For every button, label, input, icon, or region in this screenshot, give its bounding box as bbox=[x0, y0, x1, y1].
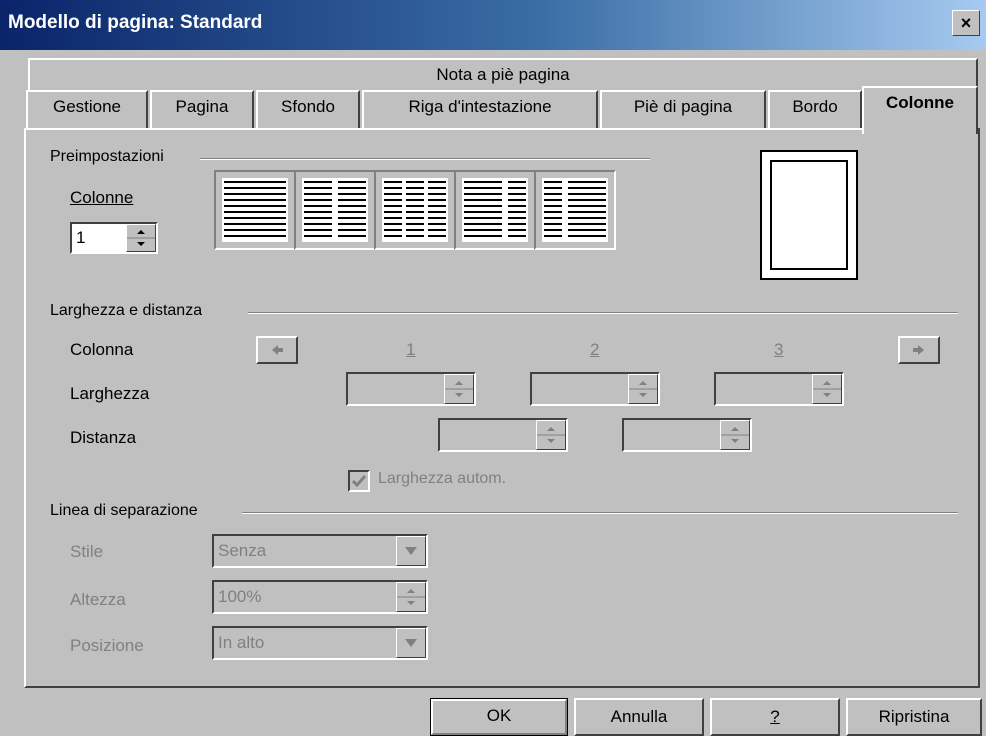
tab-colonne[interactable]: Colonne bbox=[862, 86, 978, 134]
left-wide-columns-icon bbox=[462, 178, 528, 242]
preset-left-wide[interactable] bbox=[454, 170, 536, 250]
spin-up-down-icon bbox=[813, 381, 841, 397]
height-input[interactable]: 100% bbox=[212, 580, 428, 614]
column-label: Colonna bbox=[70, 340, 134, 359]
height-value: 100% bbox=[218, 587, 262, 606]
checkmark-icon bbox=[351, 475, 367, 488]
column-number-text: 1 bbox=[406, 340, 416, 359]
style-dropdown-button[interactable] bbox=[396, 536, 426, 566]
height-label: Altezza bbox=[70, 590, 126, 609]
spin-up-down-icon bbox=[629, 381, 657, 397]
window-title: Modello di pagina: Standard bbox=[8, 12, 263, 33]
preset-right-wide[interactable] bbox=[534, 170, 616, 250]
width-spinner-3[interactable] bbox=[812, 374, 842, 404]
preset-two-columns[interactable] bbox=[294, 170, 376, 250]
next-column-button[interactable] bbox=[898, 336, 940, 364]
width-spinner-1[interactable] bbox=[444, 374, 474, 404]
page-preview bbox=[760, 150, 858, 280]
columns-label: Colonne bbox=[70, 188, 133, 208]
column-number-3: 3 bbox=[774, 340, 783, 360]
right-wide-columns-icon bbox=[542, 178, 608, 242]
spacing-spinner-1[interactable] bbox=[536, 420, 566, 450]
position-value: In alto bbox=[218, 633, 265, 652]
tab-pagina[interactable]: Pagina bbox=[150, 90, 254, 130]
height-spinner[interactable] bbox=[396, 582, 426, 612]
ok-button[interactable]: OK bbox=[430, 698, 568, 736]
style-dropdown[interactable]: Senza bbox=[212, 534, 428, 568]
help-button[interactable]: ? bbox=[710, 698, 840, 736]
tab-label: Gestione bbox=[52, 97, 122, 116]
one-column-icon bbox=[222, 178, 288, 242]
tab-label: Pagina bbox=[175, 97, 229, 116]
group-divider bbox=[242, 512, 958, 514]
tab-sfondo[interactable]: Sfondo bbox=[256, 90, 360, 130]
position-dropdown[interactable]: In alto bbox=[212, 626, 428, 660]
spacing-input-2[interactable] bbox=[622, 418, 752, 452]
cancel-button[interactable]: Annulla bbox=[574, 698, 704, 736]
width-input-3[interactable] bbox=[714, 372, 844, 406]
spin-up-down-icon bbox=[127, 230, 155, 246]
position-label: Posizione bbox=[70, 636, 144, 655]
arrow-left-icon bbox=[272, 345, 283, 355]
tab-label: Piè di pagina bbox=[633, 97, 733, 116]
columns-label-text: Colonne bbox=[70, 188, 134, 207]
group-label-separator: Linea di separazione bbox=[50, 502, 198, 519]
width-input-1[interactable] bbox=[346, 372, 476, 406]
column-number-2: 2 bbox=[590, 340, 599, 360]
tab-gestione[interactable]: Gestione bbox=[26, 90, 148, 130]
column-number-text: 2 bbox=[590, 340, 600, 359]
preset-one-column[interactable] bbox=[214, 170, 296, 250]
reset-label: Ripristina bbox=[878, 707, 950, 726]
arrow-right-icon bbox=[913, 345, 924, 355]
group-divider bbox=[248, 312, 958, 314]
spacing-label: Distanza bbox=[70, 428, 137, 447]
width-label: Larghezza bbox=[70, 384, 150, 403]
three-columns-icon bbox=[382, 178, 448, 242]
style-label: Stile bbox=[70, 542, 104, 561]
tab-label: Riga d'intestazione bbox=[408, 97, 552, 116]
help-label: ? bbox=[770, 707, 780, 726]
position-dropdown-button[interactable] bbox=[396, 628, 426, 658]
spin-up-down-icon bbox=[537, 427, 565, 443]
column-number-text: 3 bbox=[774, 340, 784, 359]
group-divider bbox=[200, 158, 650, 160]
ok-button-bevel bbox=[431, 699, 567, 735]
tab-label: Colonne bbox=[886, 93, 954, 112]
tab-nota-a-pie-pagina[interactable]: Nota a piè pagina bbox=[28, 58, 978, 90]
style-value: Senza bbox=[218, 541, 267, 560]
reset-button[interactable]: Ripristina bbox=[846, 698, 982, 736]
auto-width-checkbox[interactable] bbox=[348, 470, 370, 492]
cancel-label: Annulla bbox=[610, 707, 668, 726]
auto-width-label: Larghezza autom. bbox=[378, 470, 507, 487]
tab-riga-intestazione[interactable]: Riga d'intestazione bbox=[362, 90, 598, 130]
spin-up-down-icon bbox=[445, 381, 473, 397]
tab-label: Nota a piè pagina bbox=[436, 65, 570, 84]
column-number-1: 1 bbox=[406, 340, 415, 360]
spin-up-down-icon bbox=[721, 427, 749, 443]
spacing-input-1[interactable] bbox=[438, 418, 568, 452]
two-columns-icon bbox=[302, 178, 368, 242]
chevron-down-icon bbox=[405, 639, 417, 647]
close-icon: × bbox=[960, 13, 972, 33]
group-label-width-spacing: Larghezza e distanza bbox=[50, 302, 203, 319]
page-preview-column bbox=[770, 160, 848, 270]
tab-bordo[interactable]: Bordo bbox=[768, 90, 862, 130]
chevron-down-icon bbox=[405, 547, 417, 555]
tab-label: Bordo bbox=[792, 97, 838, 116]
spin-up-down-icon bbox=[397, 589, 425, 605]
prev-column-button[interactable] bbox=[256, 336, 298, 364]
columns-spinner[interactable] bbox=[126, 224, 156, 252]
columns-value: 1 bbox=[76, 228, 86, 247]
close-button[interactable]: × bbox=[952, 10, 980, 36]
width-input-2[interactable] bbox=[530, 372, 660, 406]
spacing-spinner-2[interactable] bbox=[720, 420, 750, 450]
group-label-presets: Preimpostazioni bbox=[50, 148, 164, 165]
width-spinner-2[interactable] bbox=[628, 374, 658, 404]
preset-three-columns[interactable] bbox=[374, 170, 456, 250]
columns-input[interactable]: 1 bbox=[70, 222, 158, 254]
tab-pie-di-pagina[interactable]: Piè di pagina bbox=[600, 90, 766, 130]
tab-label: Sfondo bbox=[281, 97, 335, 116]
